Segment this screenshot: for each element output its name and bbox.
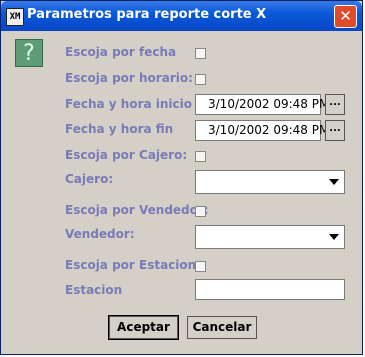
close-button[interactable]: ✕: [334, 5, 357, 28]
fecha-inicio-picker-button[interactable]: ...: [325, 94, 345, 115]
accept-button[interactable]: Aceptar: [108, 315, 179, 340]
vendedor-combobox[interactable]: [195, 225, 345, 249]
estacion-input[interactable]: [195, 279, 345, 300]
chevron-down-icon[interactable]: [329, 179, 339, 185]
chevron-down-icon[interactable]: [329, 234, 339, 240]
por-fecha-label: Escoja por fecha: [65, 45, 177, 59]
cajero-label: Cajero:: [65, 172, 114, 186]
por-cajero-label: Escoja por Cajero:: [65, 148, 188, 162]
por-vendedor-label: Escoja por Vendedor:: [65, 203, 209, 217]
por-estacion-label: Escoja por Estacion:: [65, 258, 202, 272]
por-vendedor-checkbox[interactable]: [195, 206, 206, 217]
cajero-combobox[interactable]: [195, 170, 345, 194]
por-fecha-checkbox[interactable]: [195, 48, 206, 59]
cancel-button[interactable]: Cancelar: [187, 316, 257, 339]
por-estacion-checkbox[interactable]: [195, 261, 206, 272]
vendedor-label: Vendedor:: [65, 227, 135, 241]
fecha-inicio-label: Fecha y hora inicio: [65, 97, 193, 111]
fecha-fin-label: Fecha y hora fin: [65, 122, 174, 136]
por-horario-checkbox[interactable]: [195, 74, 206, 85]
estacion-label: Estacion: [65, 283, 123, 297]
por-horario-label: Escoja por horario:: [65, 71, 193, 85]
app-icon: XM: [6, 8, 24, 26]
fecha-fin-picker-button[interactable]: ...: [325, 120, 345, 141]
dialog-window: XM Parametros para reporte corte X ✕ ? E…: [0, 0, 363, 355]
window-title: Parametros para reporte corte X: [27, 7, 267, 22]
fecha-inicio-field[interactable]: 3/10/2002 09:48 PM: [195, 94, 329, 115]
title-bar[interactable]: XM Parametros para reporte corte X ✕: [1, 1, 362, 31]
por-cajero-checkbox[interactable]: [195, 151, 206, 162]
help-icon: ?: [15, 39, 43, 67]
fecha-fin-field[interactable]: 3/10/2002 09:48 PM: [195, 120, 329, 141]
